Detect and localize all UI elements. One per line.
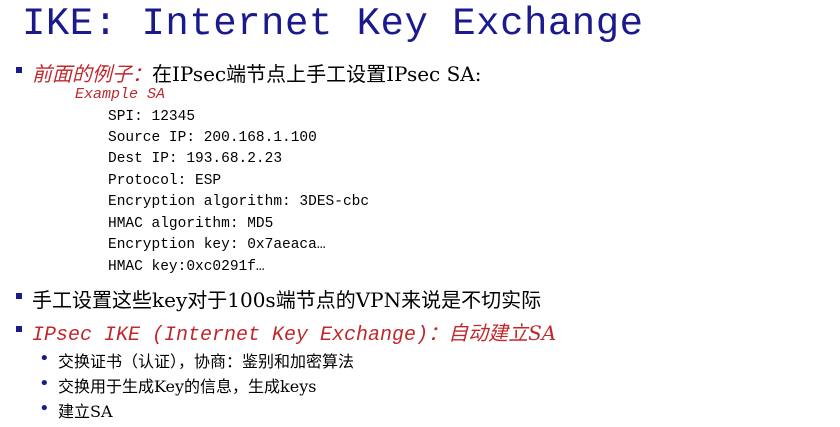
sub-item-1: 交换证书（认证），协商：鉴别和加密算法 [58,352,355,371]
sa-item-encryption-key: Encryption key: 0x7aeaca… [108,237,326,253]
page-title: IKE: Internet Key Exchange [22,2,644,46]
sa-item-encryption-algorithm: Encryption algorithm: 3DES-cbc [108,194,370,210]
sa-item-dest-ip: Dest IP: 193.68.2.23 [108,151,283,167]
bullet-3: IPsec IKE (Internet Key Exchange)：自动建立SA [32,317,556,347]
bullet-3-text: 自动建立SA [448,321,557,345]
sub-bullet-dot: • [39,373,50,394]
bullet-marker [16,67,22,73]
sa-item-source-ip: Source IP: 200.168.1.100 [108,130,317,146]
sub-bullet-dot: • [39,348,50,369]
sa-item-spi: SPI: 12345 [108,109,196,125]
sa-item-protocol: Protocol: ESP [108,173,222,189]
example-sa-title: Example SA [75,86,166,103]
bullet-2: 手工设置这些key对于100s端节点的VPN来说是不切实际 [32,288,542,312]
sa-item-hmac-algorithm: HMAC algorithm: MD5 [108,216,274,232]
sub-item-3: 建立SA [58,402,113,421]
sub-item-2: 交换用于生成Key的信息，生成keys [58,377,317,396]
sub-bullet-dot: • [39,398,50,419]
sa-item-hmac-key: HMAC key:0xc0291f… [108,259,265,275]
bullet-3-prefix: IPsec IKE (Internet Key Exchange)： [32,324,449,347]
bullet-1: 前面的例子：在IPsec端节点上手工设置IPsec SA: [32,58,481,87]
bullet-1-prefix: 前面的例子： [32,62,152,86]
bullet-1-text: 在IPsec端节点上手工设置IPsec SA: [152,62,482,86]
bullet-marker [16,293,22,299]
bullet-marker [16,326,22,332]
